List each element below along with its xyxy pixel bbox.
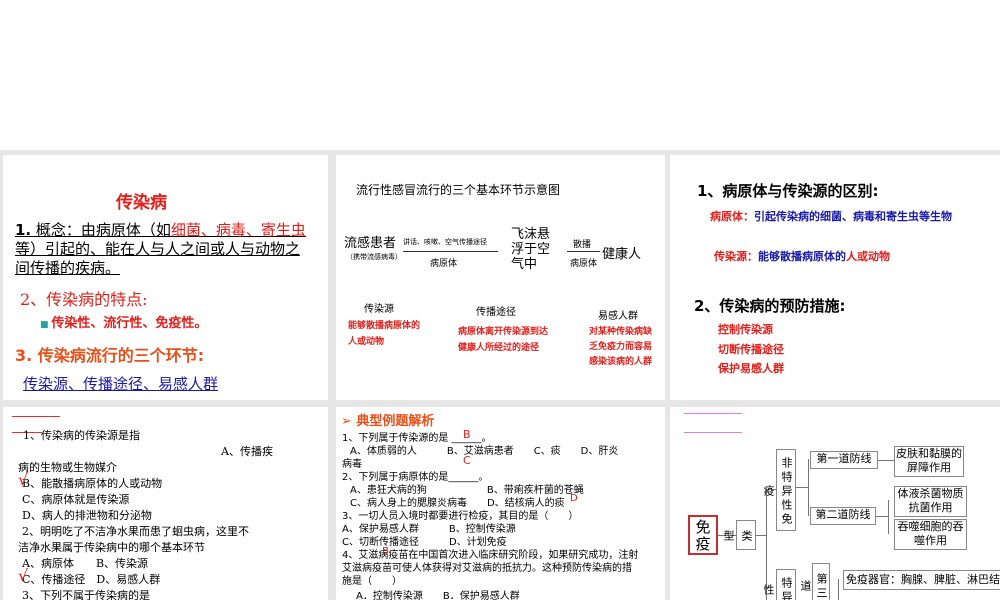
concept-a: 概念：由病原体（如 (31, 221, 171, 239)
features-heading: 2、传染病的特点: (20, 290, 148, 309)
connector (888, 500, 889, 534)
arrow2-bottom-label: 病原体 (570, 259, 598, 269)
handwritten-answer: B (382, 546, 389, 557)
question-line: 1、传染病的传染源是指 (23, 429, 140, 442)
pathogen-def: 病原体：引起传染病的细菌、病毒和寄生虫等生物 (710, 207, 970, 226)
arrow2-icon (567, 251, 600, 252)
slide-thumbnail-4[interactable]: 1、传染病的传染源是指 A、传播疾 病的生物或生物媒介 B、能散播病原体的人或动… (3, 407, 328, 600)
handwritten-answer: C (463, 454, 471, 467)
question-line: A、体质弱的人 B、艾滋病患者 C、痰 D、肝炎 (350, 446, 619, 457)
concept-num: 1. (15, 221, 32, 239)
prevention-heading: 2、传染病的预防措施: (694, 297, 846, 315)
decor-line (12, 416, 60, 417)
slide-thumbnail-6[interactable]: 免疫 类型 非特异性免疫 第一道防线 第二道防线 皮肤和黏膜的屏障作用 体液杀菌… (670, 407, 1000, 600)
question-line: 施是（ ） (342, 576, 402, 587)
links-heading: 3. 传染病流行的三个环节: (15, 346, 205, 365)
slide-thumbnail-1[interactable]: 传染病 1. 概念：由病原体（如细菌、病毒、寄生虫等）引起的、能在人与人之间或人… (3, 155, 328, 400)
source-desc: 能够散播病原体的人或动物 (348, 321, 421, 347)
measure-item: 控制传染源 (718, 323, 773, 336)
question-line: A、病原体 B、传染源 (22, 557, 149, 570)
concept-red: 细菌、病毒、寄生虫 (170, 221, 306, 239)
bullet-icon: ■ (40, 320, 52, 330)
humoral-node: 体液杀菌物质抗菌作用 (894, 486, 967, 517)
features-item: ■ 传染性、流行性、免疫性。 (40, 312, 207, 331)
pathogen-label: 病原体： (710, 210, 754, 223)
concept-text: 1. 概念：由病原体（如细菌、病毒、寄生虫等）引起的、能在人与人之间或人与动物之… (15, 221, 310, 278)
slide-title: 传染病 (116, 193, 167, 213)
difference-heading: 1、病原体与传染源的区别: (697, 182, 879, 200)
question-line: B、能散播病原体的人或动物 (22, 477, 163, 490)
susceptible-desc: 对某种传染病缺乏免疫力而容易感染该病的人群 (589, 327, 653, 367)
immune-organs-node: 免疫器官：胸腺、脾脏、淋巴结 (843, 570, 1000, 590)
skin-barrier-node: 皮肤和黏膜的屏障作用 (894, 446, 964, 477)
connector (878, 460, 894, 461)
phagocyte-node: 吞噬细胞的吞噬作用 (894, 519, 967, 550)
connector (876, 516, 888, 517)
features-text: 传染性、流行性、免疫性。 (51, 316, 208, 331)
check-mark-icon: √ (18, 470, 29, 489)
connector (756, 535, 766, 536)
arrow2-top-label: 散播 (573, 240, 592, 250)
slide-sorter-grid: 传染病 1. 概念：由病原体（如细菌、病毒、寄生虫等）引起的、能在人与人之间或人… (0, 150, 1000, 600)
source-label: 传染源： (714, 250, 758, 263)
second-defense-node: 第二道防线 (810, 507, 876, 525)
measure-item: 保护易感人群 (718, 362, 784, 375)
healthy-label: 健康人 (602, 247, 642, 262)
first-defense-node: 第一道防线 (810, 451, 878, 469)
concept-b: 等）引起的、能在人与人之间或人与动物之间传播的疾病。 (15, 240, 301, 277)
patient-note: （携带流感病毒） (346, 253, 402, 261)
specific-immunity-node: 特异性 (762, 569, 796, 600)
route-desc: 病原体离开传染源到达健康人所经过的途径 (458, 327, 549, 353)
connector (796, 487, 808, 488)
connector (808, 459, 809, 516)
arrow-bullet-icon: ➢ (341, 414, 357, 429)
slide-thumbnail-5[interactable]: ➢ 典型例题解析 1、下列属于传染源的是 ______。 A、体质弱的人 B、艾… (336, 407, 665, 600)
handwritten-answer: D (570, 493, 578, 504)
question-line: A、传播疾 (221, 445, 273, 458)
question-line: 3、下列不属于传染病的是 (22, 589, 150, 600)
question-line: C、传播途径 D、易感人群 (22, 573, 161, 586)
section-title-text: 典型例题解析 (356, 414, 435, 429)
links-text: 传染源、传播途径、易感人群 (23, 375, 219, 393)
slide-title: 流行性感冒流行的三个基本环节示意图 (356, 183, 561, 197)
source-head: 传染源 (364, 304, 394, 315)
droplet-label: 飞沫悬浮于空气中 (511, 227, 551, 272)
slide-thumbnail-3[interactable]: 1、病原体与传染源的区别: 病原体：引起传染病的细菌、病毒和寄生虫等生物 传染源… (670, 155, 1000, 400)
question-line: 病的生物或生物媒介 (18, 461, 117, 474)
susceptible-head: 易感人群 (598, 311, 638, 322)
source-text: 能够散播病原体的 (758, 250, 846, 263)
question-line: A．控制传染源 B．保护易感人群 (356, 591, 520, 600)
arrow1-top-label: 讲话、咳嗽、空气传播途径 (403, 238, 487, 246)
check-mark-icon: √ (18, 566, 29, 585)
third-defense-node: 第三道 (799, 563, 830, 600)
section-title: ➢ 典型例题解析 (341, 410, 434, 429)
question-line: D、病人的排泄物和分泌物 (22, 509, 152, 522)
nonspecific-immunity-node: 非特异性免疫 (762, 449, 796, 531)
arrow1-icon (403, 251, 498, 252)
connector (838, 579, 839, 600)
question-line: 洁净水果属于传染病中的哪个基本环节 (18, 541, 205, 554)
question-line: 2、明明吃了不洁净水果而患了蛔虫病，这里不 (22, 525, 249, 538)
pathogen-text: 引起传染病的细菌、病毒和寄生虫等生物 (754, 210, 952, 223)
patient-label: 流感患者 (344, 236, 397, 251)
source-red: 人或动物 (846, 250, 890, 263)
immunity-root-node: 免疫 (688, 515, 718, 555)
type-node: 类型 (722, 520, 756, 550)
arrow1-bottom-label: 病原体 (430, 259, 458, 269)
route-head: 传播途径 (476, 307, 516, 318)
source-def: 传染源：能够散播病原体的人或动物 (714, 247, 970, 266)
question-line: C、病原体就是传染源 (22, 493, 130, 506)
decor-line (684, 413, 742, 414)
decor-line (684, 432, 742, 433)
slide-thumbnail-2[interactable]: 流行性感冒流行的三个基本环节示意图 流感患者 （携带流感病毒） 讲话、咳嗽、空气… (336, 155, 665, 400)
measure-item: 切断传播途径 (718, 343, 784, 356)
handwritten-answer: B (463, 428, 471, 441)
